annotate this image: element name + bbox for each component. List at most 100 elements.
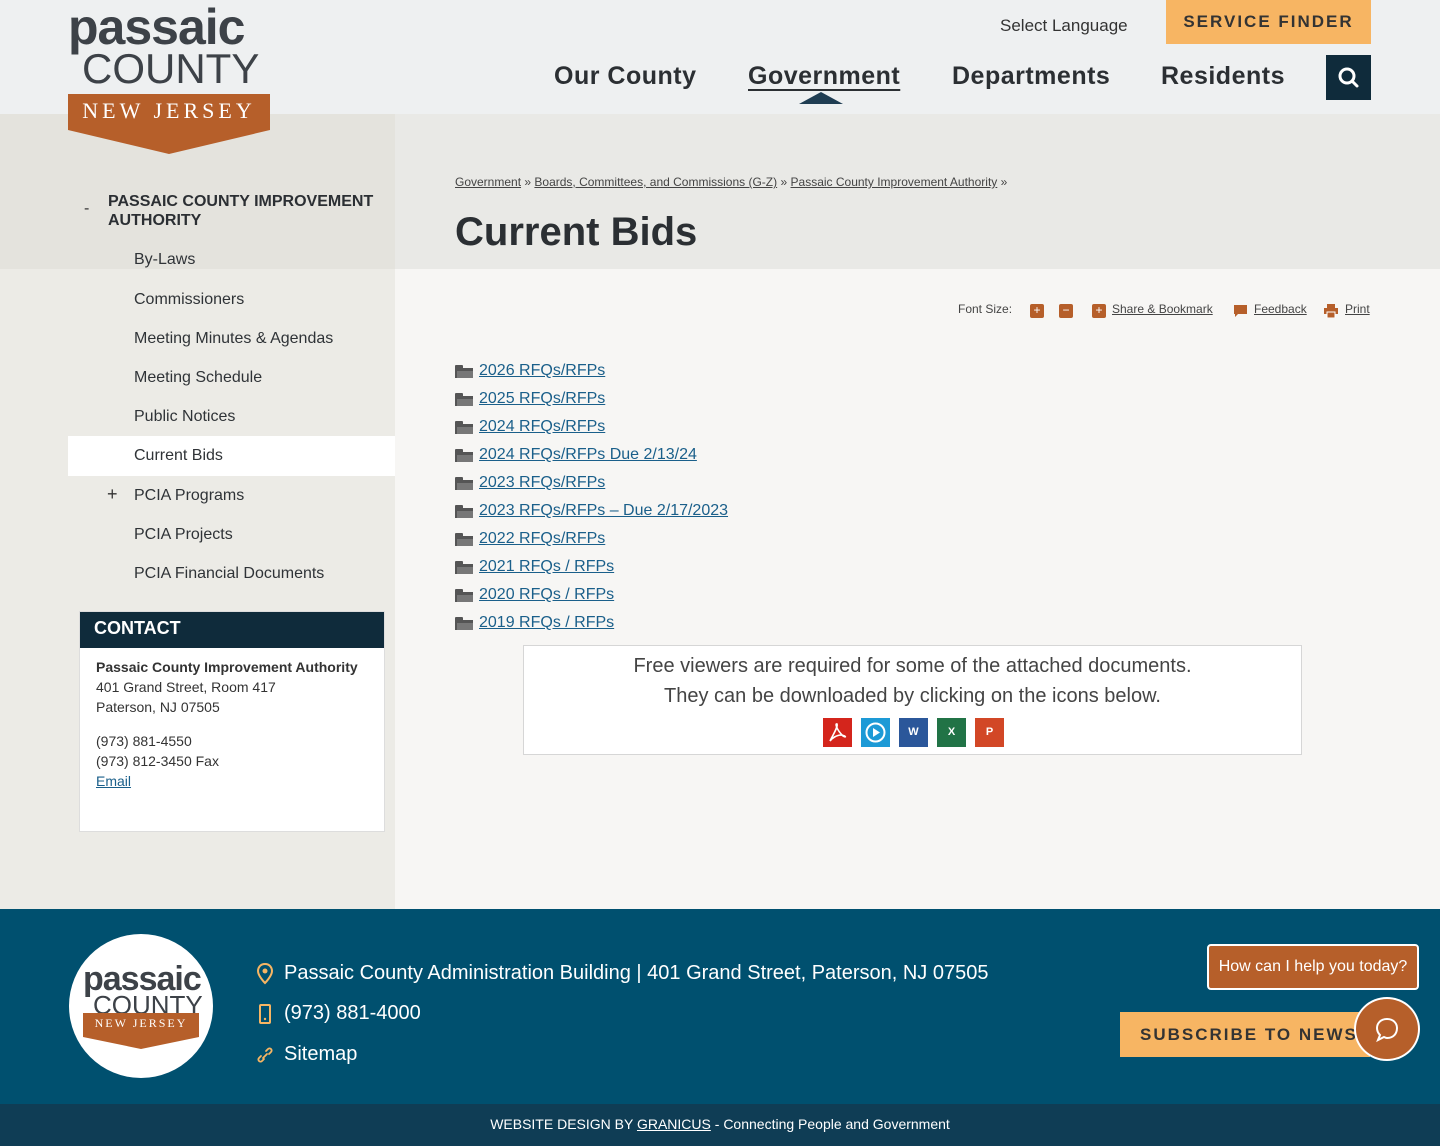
play-glyph-icon (865, 722, 886, 743)
footer-credit: WEBSITE DESIGN BY GRANICUS - Connecting … (0, 1104, 1440, 1146)
breadcrumb-separator: » (780, 175, 788, 189)
folder-icon (455, 560, 473, 574)
breadcrumb-separator: » (1000, 175, 1008, 189)
sidebar-title[interactable]: PASSAIC COUNTY IMPROVEMENT AUTHORITY (108, 192, 388, 230)
select-language[interactable]: Select Language (1000, 16, 1128, 36)
powerpoint-icon[interactable]: P (975, 718, 1004, 747)
footer-sitemap: Sitemap (256, 1043, 357, 1066)
subscribe-button[interactable]: SUBSCRIBE TO NEWS (1120, 1012, 1370, 1057)
print-link[interactable]: Print (1345, 302, 1370, 316)
breadcrumb: Government » Boards, Committees, and Com… (455, 175, 1007, 189)
nav-departments[interactable]: Departments (952, 62, 1110, 91)
breadcrumb-separator: » (524, 175, 532, 189)
sidebar-item-pcia-programs[interactable]: PCIA Programs (68, 476, 395, 516)
excel-icon[interactable]: X (937, 718, 966, 747)
credit-prefix: WEBSITE DESIGN BY (490, 1116, 634, 1132)
folder-icon (455, 504, 473, 518)
sidebar-item-public-notices[interactable]: Public Notices (68, 397, 395, 437)
bid-folder-link[interactable]: 2022 RFQs/RFPs (479, 530, 605, 548)
list-item: 2023 RFQs/RFPs (455, 469, 728, 497)
bid-folder-list: 2026 RFQs/RFPs 2025 RFQs/RFPs 2024 RFQs/… (455, 357, 728, 637)
breadcrumb-boards[interactable]: Boards, Committees, and Commissions (G-Z… (534, 175, 777, 189)
folder-icon (455, 616, 473, 630)
chat-prompt[interactable]: How can I help you today? (1207, 944, 1419, 990)
list-item: 2020 RFQs / RFPs (455, 581, 728, 609)
font-decrease-icon[interactable]: − (1059, 304, 1073, 318)
bid-folder-link[interactable]: 2025 RFQs/RFPs (479, 390, 605, 408)
list-item: 2026 RFQs/RFPs (455, 357, 728, 385)
sidebar-item-current-bids[interactable]: Current Bids (68, 436, 395, 476)
bid-folder-link[interactable]: 2024 RFQs/RFPs Due 2/13/24 (479, 446, 697, 464)
folder-icon (455, 392, 473, 406)
granicus-link[interactable]: GRANICUS (637, 1116, 711, 1132)
viewers-text-line1: Free viewers are required for some of th… (633, 655, 1192, 677)
search-icon (1338, 67, 1359, 88)
chat-button[interactable] (1354, 997, 1420, 1061)
viewers-text-line2: They can be downloaded by clicking on th… (664, 685, 1161, 707)
chat-icon (1375, 1017, 1399, 1043)
contact-address-line1: 401 Grand Street, Room 417 (96, 679, 276, 695)
font-increase-icon[interactable]: + (1030, 304, 1044, 318)
list-item: 2023 RFQs/RFPs – Due 2/17/2023 (455, 497, 728, 525)
service-finder-button[interactable]: SERVICE FINDER (1166, 0, 1371, 44)
bid-folder-link[interactable]: 2023 RFQs/RFPs – Due 2/17/2023 (479, 502, 728, 520)
list-item: 2024 RFQs/RFPs (455, 413, 728, 441)
footer-phone-link[interactable]: (973) 881-4000 (284, 1002, 421, 1025)
list-item: 2021 RFQs / RFPs (455, 553, 728, 581)
location-pin-icon (256, 962, 274, 984)
nav-government[interactable]: Government (748, 62, 900, 91)
phone-icon (259, 1003, 271, 1024)
word-icon[interactable]: W (899, 718, 928, 747)
site-footer (0, 909, 1440, 1104)
link-icon (257, 1046, 273, 1063)
sitemap-link[interactable]: Sitemap (284, 1043, 357, 1066)
contact-heading: CONTACT (80, 612, 384, 648)
media-player-icon[interactable] (861, 718, 890, 747)
contact-phone: (973) 881-4550 (96, 733, 192, 749)
active-nav-indicator (799, 92, 843, 104)
footer-address-text: Passaic County Administration Building |… (284, 962, 989, 984)
collapse-icon[interactable]: - (84, 200, 89, 218)
list-item: 2019 RFQs / RFPs (455, 609, 728, 637)
footer-logo[interactable]: passaic COUNTY NEW JERSEY (69, 934, 213, 1078)
bid-folder-link[interactable]: 2026 RFQs/RFPs (479, 362, 605, 380)
footer-logo-new-jersey: NEW JERSEY (94, 1016, 188, 1030)
breadcrumb-government[interactable]: Government (455, 175, 521, 189)
sidebar-item-meeting-minutes[interactable]: Meeting Minutes & Agendas (68, 319, 395, 359)
contact-fax: (973) 812-3450 Fax (96, 753, 219, 769)
sidebar-item-by-laws[interactable]: By-Laws (68, 240, 395, 280)
list-item: 2024 RFQs/RFPs Due 2/13/24 (455, 441, 728, 469)
feedback-link[interactable]: Feedback (1254, 302, 1307, 316)
footer-phone: (973) 881-4000 (256, 1002, 421, 1025)
bid-folder-link[interactable]: 2019 RFQs / RFPs (479, 614, 614, 632)
sidebar-item-commissioners[interactable]: Commissioners (68, 280, 395, 320)
county-logo[interactable]: passaic COUNTY NEW JERSEY (68, 2, 270, 154)
bid-folder-link[interactable]: 2021 RFQs / RFPs (479, 558, 614, 576)
sidebar-item-pcia-projects[interactable]: PCIA Projects (68, 515, 395, 555)
pdf-icon[interactable] (823, 718, 852, 747)
contact-org: Passaic County Improvement Authority (96, 659, 358, 675)
nav-residents[interactable]: Residents (1161, 62, 1285, 91)
list-item: 2022 RFQs/RFPs (455, 525, 728, 553)
folder-icon (455, 532, 473, 546)
list-item: 2025 RFQs/RFPs (455, 385, 728, 413)
share-icon: + (1092, 304, 1106, 318)
bid-folder-link[interactable]: 2023 RFQs/RFPs (479, 474, 605, 492)
footer-address: Passaic County Administration Building |… (256, 962, 988, 985)
folder-icon (455, 420, 473, 434)
font-size-label: Font Size: (958, 302, 1013, 316)
folder-icon (455, 588, 473, 602)
bid-folder-link[interactable]: 2020 RFQs / RFPs (479, 586, 614, 604)
contact-address-line2: Paterson, NJ 07505 (96, 699, 220, 715)
breadcrumb-pcia[interactable]: Passaic County Improvement Authority (791, 175, 998, 189)
share-bookmark-link[interactable]: Share & Bookmark (1112, 302, 1213, 316)
contact-email-link[interactable]: Email (96, 773, 131, 789)
search-button[interactable] (1326, 55, 1371, 100)
nav-our-county[interactable]: Our County (554, 62, 697, 91)
sidebar-item-meeting-schedule[interactable]: Meeting Schedule (68, 358, 395, 398)
acrobat-glyph-icon (829, 723, 847, 742)
sidebar-item-pcia-financial-documents[interactable]: PCIA Financial Documents (68, 554, 395, 594)
contact-widget: CONTACT Passaic County Improvement Autho… (79, 611, 385, 832)
folder-icon (455, 364, 473, 378)
bid-folder-link[interactable]: 2024 RFQs/RFPs (479, 418, 605, 436)
